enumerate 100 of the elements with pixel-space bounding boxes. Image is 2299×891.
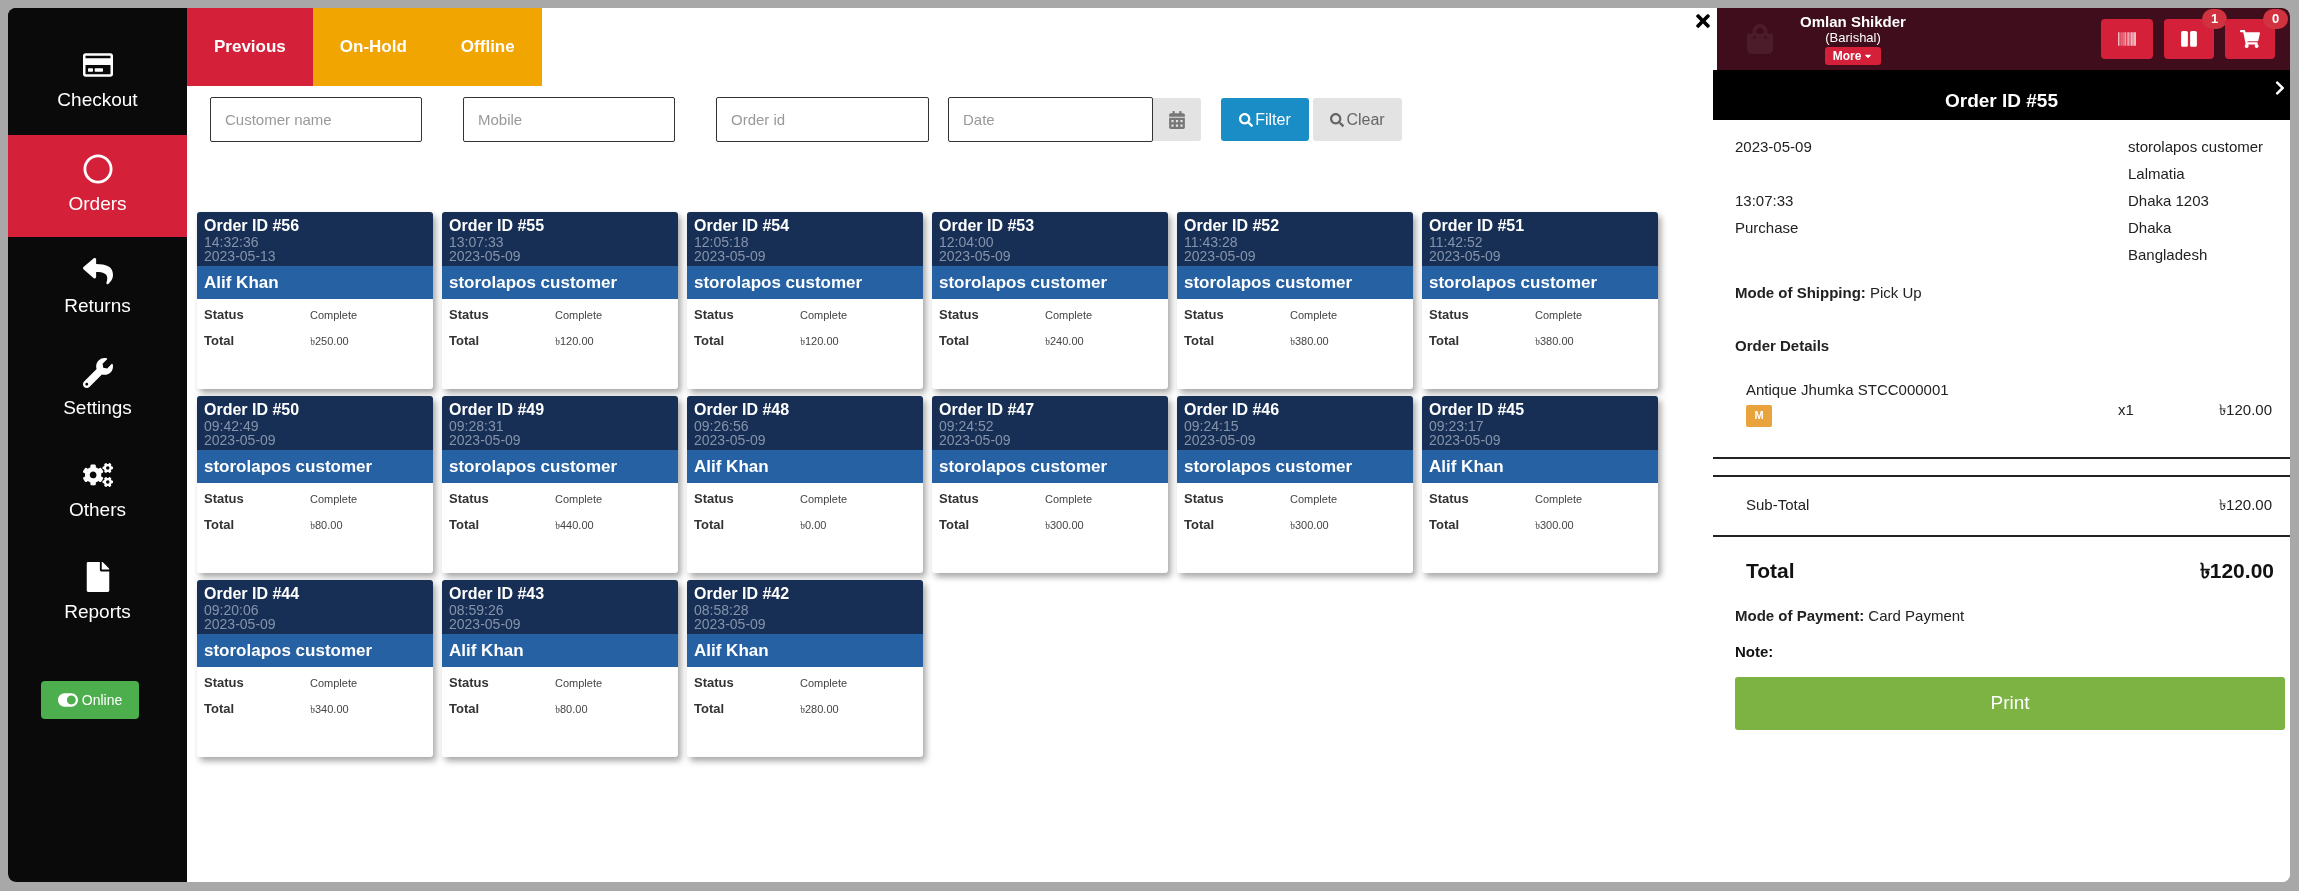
customer-name: storolapos customer bbox=[442, 266, 678, 299]
close-icon[interactable] bbox=[1693, 11, 1713, 31]
order-card[interactable]: Order ID #43 08:59:26 2023-05-09 Alif Khan Status Complete Total ৳80.00 bbox=[442, 580, 678, 757]
barcode-button[interactable] bbox=[2101, 19, 2153, 59]
status-label: Status bbox=[694, 674, 735, 693]
order-date: 2023-05-09 bbox=[449, 433, 521, 447]
customer-name: storolapos customer bbox=[932, 266, 1168, 299]
item-tag: M bbox=[1746, 404, 1772, 427]
order-card[interactable]: Order ID #54 12:05:18 2023-05-09 storolapos customer Status Complete Total ৳120.00 bbox=[687, 212, 923, 389]
item-price: ৳120.00 bbox=[2219, 399, 2272, 420]
total-label: Total bbox=[1184, 332, 1216, 351]
address-line: Dhaka 1203 bbox=[2128, 191, 2210, 211]
total-label: Total bbox=[1429, 516, 1461, 535]
filter-button[interactable]: Filter bbox=[1221, 98, 1309, 141]
order-card[interactable]: Order ID #44 09:20:06 2023-05-09 storolapos customer Status Complete Total ৳340.00 bbox=[197, 580, 433, 757]
order-time: 09:23:17 bbox=[1429, 420, 1484, 433]
address-line: Dhaka bbox=[2128, 218, 2173, 238]
customer-name: storolapos customer bbox=[442, 450, 678, 483]
order-card[interactable]: Order ID #49 09:28:31 2023-05-09 storolapos customer Status Complete Total ৳440.00 bbox=[442, 396, 678, 573]
shipping-mode: Mode of Shipping: Pick Up bbox=[1735, 284, 1922, 301]
pause-icon bbox=[2181, 30, 2197, 48]
sidebar-item[interactable]: Orders bbox=[8, 135, 187, 237]
total-label: Total bbox=[1429, 332, 1461, 351]
subtotal-value: ৳120.00 bbox=[2219, 495, 2272, 516]
order-time: 09:26:56 bbox=[694, 420, 749, 433]
total-label: Total bbox=[449, 700, 481, 719]
status-value: Complete bbox=[310, 675, 358, 691]
calendar-icon bbox=[1169, 110, 1185, 129]
order-date: 2023-05-09 bbox=[1429, 433, 1501, 447]
hold-count-badge: 1 bbox=[2202, 9, 2227, 29]
status-value: Complete bbox=[1045, 307, 1093, 323]
order-time: 09:24:52 bbox=[939, 420, 994, 433]
order-time: 09:24:15 bbox=[1184, 420, 1239, 433]
order-time: 13:07:33 bbox=[1735, 191, 1795, 211]
order-date: 2023-05-09 bbox=[1184, 249, 1256, 263]
order-card[interactable]: Order ID #53 12:04:00 2023-05-09 storolapos customer Status Complete Total ৳240.00 bbox=[932, 212, 1168, 389]
order-id: Order ID #52 bbox=[1184, 216, 1280, 236]
order-id: Order ID #55 bbox=[449, 216, 545, 236]
customer-name-field[interactable]: Customer name bbox=[210, 97, 422, 142]
toggle-icon bbox=[57, 690, 78, 710]
order-date: 2023-05-09 bbox=[694, 617, 766, 631]
total-value: ৳120.00 bbox=[555, 333, 594, 349]
order-date: 2023-05-09 bbox=[694, 249, 766, 263]
order-date: 2023-05-09 bbox=[204, 433, 276, 447]
order-time: 09:42:49 bbox=[204, 420, 259, 433]
total-label: Total bbox=[449, 516, 481, 535]
order-card[interactable]: Order ID #48 09:26:56 2023-05-09 Alif Khan Status Complete Total ৳0.00 bbox=[687, 396, 923, 573]
mobile-field[interactable]: Mobile bbox=[463, 97, 675, 142]
order-card[interactable]: Order ID #45 09:23:17 2023-05-09 Alif Khan Status Complete Total ৳300.00 bbox=[1422, 396, 1658, 573]
order-card[interactable]: Order ID #46 09:24:15 2023-05-09 storolapos customer Status Complete Total ৳300.00 bbox=[1177, 396, 1413, 573]
total-label: Total bbox=[204, 516, 236, 535]
customer-name: storolapos customer bbox=[197, 450, 433, 483]
branch-name: (Barishal) bbox=[1825, 30, 1881, 45]
customer-name: storolapos customer bbox=[197, 634, 433, 667]
customer-name: storolapos customer bbox=[687, 266, 923, 299]
calendar-button[interactable] bbox=[1153, 98, 1201, 141]
user-name: Omlan Shikder bbox=[1800, 13, 1906, 30]
address-line: storolapos customer bbox=[2128, 137, 2265, 157]
total-label: Total bbox=[204, 700, 236, 719]
order-date: 2023-05-09 bbox=[449, 617, 521, 631]
total-label: Total bbox=[694, 700, 726, 719]
address-line: Lalmatia bbox=[2128, 164, 2186, 184]
total-label: Total bbox=[694, 332, 726, 351]
order-date: 2023-05-13 bbox=[204, 249, 276, 263]
status-value: Complete bbox=[1290, 307, 1338, 323]
order-date: 2023-05-09 bbox=[1184, 433, 1256, 447]
order-time: 09:28:31 bbox=[449, 420, 504, 433]
total-value: ৳0.00 bbox=[800, 517, 827, 533]
status-label: Status bbox=[449, 306, 490, 325]
item-quantity: x1 bbox=[2118, 399, 2134, 420]
payment-mode: Mode of Payment: Card Payment bbox=[1735, 606, 1965, 624]
clear-button[interactable]: Clear bbox=[1313, 98, 1402, 141]
order-card[interactable]: Order ID #42 08:58:28 2023-05-09 Alif Khan Status Complete Total ৳280.00 bbox=[687, 580, 923, 757]
customer-name: Alif Khan bbox=[687, 450, 923, 483]
order-card[interactable]: Order ID #55 13:07:33 2023-05-09 storolapos customer Status Complete Total ৳120.00 bbox=[442, 212, 678, 389]
order-id: Order ID #47 bbox=[939, 400, 1035, 420]
customer-name: storolapos customer bbox=[1177, 450, 1413, 483]
tab[interactable]: Previous bbox=[187, 8, 313, 86]
order-time: 12:04:00 bbox=[939, 236, 994, 249]
order-card[interactable]: Order ID #51 11:42:52 2023-05-09 storolapos customer Status Complete Total ৳380.00 bbox=[1422, 212, 1658, 389]
status-value: Complete bbox=[555, 675, 603, 691]
order-date: 2023-05-09 bbox=[939, 433, 1011, 447]
status-label: Status bbox=[449, 674, 490, 693]
order-card[interactable]: Order ID #56 14:32:36 2023-05-13 Alif Khan Status Complete Total ৳250.00 bbox=[197, 212, 433, 389]
order-time: 11:43:28 bbox=[1184, 236, 1238, 249]
order-id-field[interactable]: Order id bbox=[716, 97, 929, 142]
order-id: Order ID #53 bbox=[939, 216, 1035, 236]
status-value: Complete bbox=[1045, 491, 1093, 507]
date-field[interactable]: Date bbox=[948, 97, 1153, 142]
status-label: Status bbox=[1429, 306, 1470, 325]
more-button[interactable]: More bbox=[1824, 47, 1882, 65]
cart-icon bbox=[2240, 30, 2260, 48]
order-card[interactable]: Order ID #47 09:24:52 2023-05-09 storolapos customer Status Complete Total ৳300.00 bbox=[932, 396, 1168, 573]
order-date: 2023-05-09 bbox=[204, 617, 276, 631]
order-time: 14:32:36 bbox=[204, 236, 259, 249]
chevron-right-icon[interactable] bbox=[2274, 80, 2286, 96]
order-card[interactable]: Order ID #52 11:43:28 2023-05-09 storolapos customer Status Complete Total ৳380.00 bbox=[1177, 212, 1413, 389]
order-card[interactable]: Order ID #50 09:42:49 2023-05-09 storolapos customer Status Complete Total ৳80.00 bbox=[197, 396, 433, 573]
status-value: Complete bbox=[1535, 491, 1583, 507]
order-date: 2023-05-09 bbox=[449, 249, 521, 263]
